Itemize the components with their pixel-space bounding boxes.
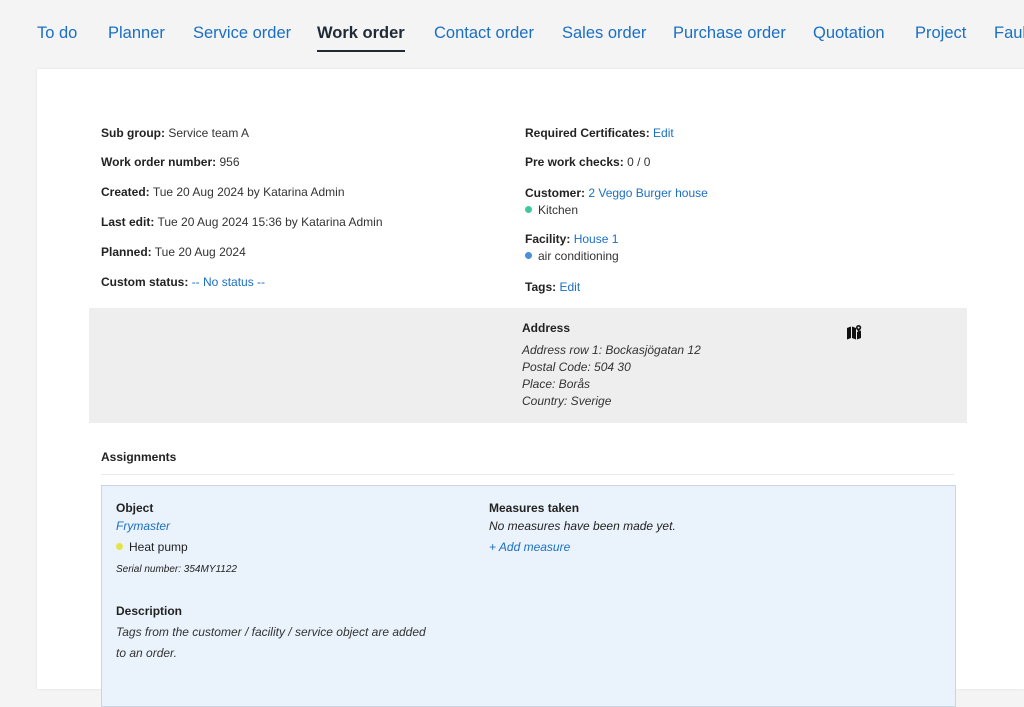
customer-link[interactable]: 2 Veggo Burger house — [588, 186, 707, 200]
address-country: Country: Sverige — [522, 394, 612, 408]
top-navigation: To do Planner Service order Work order C… — [0, 0, 1024, 66]
kitchen-dot-icon — [525, 206, 532, 213]
tags-row: Tags: Edit — [525, 279, 580, 295]
tab-contact-order[interactable]: Contact order — [434, 22, 534, 44]
custom-status-row: Custom status: -- No status -- — [101, 274, 265, 290]
customer-tag: Kitchen — [525, 202, 578, 218]
required-certificates-edit-link[interactable]: Edit — [653, 126, 674, 140]
pre-work-checks-value: 0 / 0 — [627, 155, 651, 169]
tab-project[interactable]: Project — [915, 22, 966, 44]
last-edit-row: Last edit: Tue 20 Aug 2024 15:36 by Kata… — [101, 214, 383, 230]
description-label: Description — [116, 604, 183, 618]
facility-dot-icon — [525, 252, 532, 259]
tab-work-order[interactable]: Work order — [317, 22, 405, 52]
work-order-number-label: Work order number: — [101, 155, 217, 169]
planned-row: Planned: Tue 20 Aug 2024 — [101, 244, 246, 260]
tab-sales-order[interactable]: Sales order — [562, 22, 646, 44]
sub-group-row: Sub group: Service team A — [101, 125, 249, 141]
pre-work-checks-row: Pre work checks: 0 / 0 — [525, 154, 650, 170]
tags-label: Tags: — [525, 280, 557, 294]
address-postal-code: Postal Code: 504 30 — [522, 360, 631, 374]
facility-tag: air conditioning — [525, 248, 619, 264]
assignments-title: Assignments — [101, 450, 177, 464]
required-certificates-row: Required Certificates: Edit — [525, 125, 674, 141]
object-link[interactable]: Frymaster — [116, 518, 170, 534]
sub-group-label: Sub group: — [101, 126, 165, 140]
address-row-1: Address row 1: Bockasjögatan 12 — [522, 343, 701, 357]
customer-row: Customer: 2 Veggo Burger house — [525, 185, 708, 201]
sub-group-value: Service team A — [168, 126, 250, 140]
facility-tag-label: air conditioning — [538, 249, 619, 263]
object-dot-icon — [116, 543, 123, 550]
created-label: Created: — [101, 185, 150, 199]
tab-quotation[interactable]: Quotation — [813, 22, 885, 44]
required-certificates-label: Required Certificates: — [525, 126, 650, 140]
measures-empty-text: No measures have been made yet. — [489, 519, 676, 533]
add-measure-link[interactable]: + Add measure — [489, 539, 570, 555]
facility-row: Facility: House 1 — [525, 231, 618, 247]
address-title: Address — [522, 321, 571, 335]
tab-service-order[interactable]: Service order — [193, 22, 291, 44]
measures-taken-label: Measures taken — [489, 501, 580, 515]
tab-to-do[interactable]: To do — [37, 22, 77, 44]
tags-edit-link[interactable]: Edit — [559, 280, 580, 294]
planned-label: Planned: — [101, 245, 152, 259]
serial-number: Serial number: 354MY1122 — [116, 564, 237, 575]
address-panel: Address Address row 1: Bockasjögatan 12 … — [89, 308, 967, 423]
object-label: Object — [116, 501, 154, 515]
custom-status-label: Custom status: — [101, 275, 189, 289]
object-type-label: Heat pump — [129, 540, 188, 554]
tab-purchase-order[interactable]: Purchase order — [673, 22, 786, 44]
tab-planner[interactable]: Planner — [108, 22, 165, 44]
planned-value: Tue 20 Aug 2024 — [154, 245, 246, 259]
custom-status-link[interactable]: -- No status -- — [192, 275, 265, 289]
object-type: Heat pump — [116, 539, 188, 555]
pre-work-checks-label: Pre work checks: — [525, 155, 624, 169]
assignments-divider — [101, 474, 954, 475]
last-edit-value: Tue 20 Aug 2024 15:36 by Katarina Admin — [157, 215, 383, 229]
facility-label: Facility: — [525, 232, 571, 246]
last-edit-label: Last edit: — [101, 215, 155, 229]
work-order-number-value: 956 — [219, 155, 240, 169]
address-place: Place: Borås — [522, 377, 591, 391]
work-order-card: Sub group: Service team A Work order num… — [37, 69, 1024, 707]
description-text: Tags from the customer / facility / serv… — [116, 625, 426, 660]
created-value: Tue 20 Aug 2024 by Katarina Admin — [152, 185, 345, 199]
customer-tag-label: Kitchen — [538, 203, 579, 217]
tab-fault[interactable]: Faul — [994, 22, 1024, 44]
customer-label: Customer: — [525, 186, 586, 200]
work-order-number-row: Work order number: 956 — [101, 154, 240, 170]
created-row: Created: Tue 20 Aug 2024 by Katarina Adm… — [101, 184, 345, 200]
facility-link[interactable]: House 1 — [574, 232, 619, 246]
assignment-card: Object Frymaster Heat pump Serial number… — [101, 485, 956, 707]
map-pin-icon[interactable] — [846, 324, 862, 340]
